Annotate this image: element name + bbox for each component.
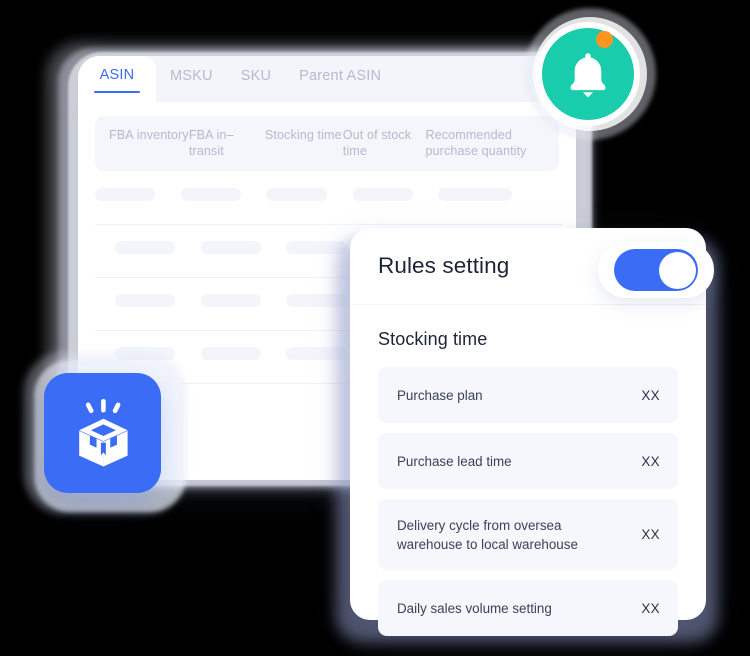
bell-icon xyxy=(570,53,606,98)
column-header-out-of-stock-time: Out of stock time xyxy=(342,128,412,158)
cell-placeholder xyxy=(201,294,261,307)
cell-placeholder xyxy=(438,188,512,201)
row-placeholder-group xyxy=(95,188,512,201)
column-header-fba-in-transit: FBA in–transit xyxy=(188,128,234,158)
rule-label: Delivery cycle from oversea warehouse to… xyxy=(397,517,578,552)
tab-asin-label: ASIN xyxy=(99,66,135,83)
column-header-recommended-purchase-quantity: Recommended purchase quantity xyxy=(425,128,527,158)
tab-bar: ASIN MSKU SKU Parent ASIN xyxy=(78,56,576,102)
tab-sku-label: SKU xyxy=(240,67,272,84)
cell-placeholder xyxy=(181,188,241,201)
rules-enabled-toggle[interactable] xyxy=(614,249,698,291)
rule-value: XX xyxy=(641,600,660,616)
open-box-icon xyxy=(78,399,128,467)
notification-bell-button[interactable] xyxy=(542,28,634,120)
cell-placeholder xyxy=(266,188,327,201)
cell-placeholder xyxy=(353,188,413,201)
rules-panel-body: Stocking time Purchase plan XX Purchase … xyxy=(350,305,706,636)
tab-parent-asin[interactable]: Parent ASIN xyxy=(285,56,395,102)
tab-asin[interactable]: ASIN xyxy=(78,56,156,102)
rule-row-purchase-lead-time[interactable]: Purchase lead time XX xyxy=(378,433,678,489)
toggle-knob xyxy=(658,251,696,289)
rules-panel-header: Rules setting xyxy=(350,228,714,305)
rules-section-title: Stocking time xyxy=(378,329,488,349)
column-header-fba-inventory: FBA inventory xyxy=(109,128,189,142)
rule-value: XX xyxy=(641,453,660,469)
tab-parent-asin-label: Parent ASIN xyxy=(299,67,382,84)
screenshot-canvas: ASIN MSKU SKU Parent ASIN FBA inventory … xyxy=(0,0,750,656)
cell-placeholder xyxy=(95,188,155,201)
rule-row-delivery-cycle[interactable]: Delivery cycle from oversea warehouse to… xyxy=(378,499,678,570)
cell-placeholder xyxy=(201,241,261,254)
tab-active-indicator xyxy=(94,90,140,93)
rule-label: Purchase lead time xyxy=(397,453,512,469)
rules-toggle-container xyxy=(598,242,714,298)
rules-setting-panel: Rules setting Stocking time Purchase pla… xyxy=(350,228,714,636)
rule-row-purchase-plan[interactable]: Purchase plan XX xyxy=(378,367,678,423)
cell-placeholder xyxy=(115,241,175,254)
rules-panel-title: Rules setting xyxy=(378,253,510,278)
rule-row-daily-sales-volume[interactable]: Daily sales volume setting XX xyxy=(378,580,678,636)
tab-msku[interactable]: MSKU xyxy=(156,56,227,102)
rule-label: Purchase plan xyxy=(397,387,483,403)
tab-sku[interactable]: SKU xyxy=(227,56,285,102)
rule-label: Daily sales volume setting xyxy=(397,600,552,616)
rule-value: XX xyxy=(641,387,660,403)
tab-msku-label: MSKU xyxy=(170,67,213,84)
column-header-stocking-time: Stocking time xyxy=(264,128,342,142)
table-row xyxy=(95,171,559,224)
notification-badge-dot xyxy=(596,31,613,48)
product-box-button[interactable] xyxy=(44,373,161,493)
cell-placeholder xyxy=(201,347,261,360)
cell-placeholder xyxy=(115,294,175,307)
rule-value: XX xyxy=(641,527,660,542)
table-header-row: FBA inventory FBA in–transit Stocking ti… xyxy=(95,116,559,171)
